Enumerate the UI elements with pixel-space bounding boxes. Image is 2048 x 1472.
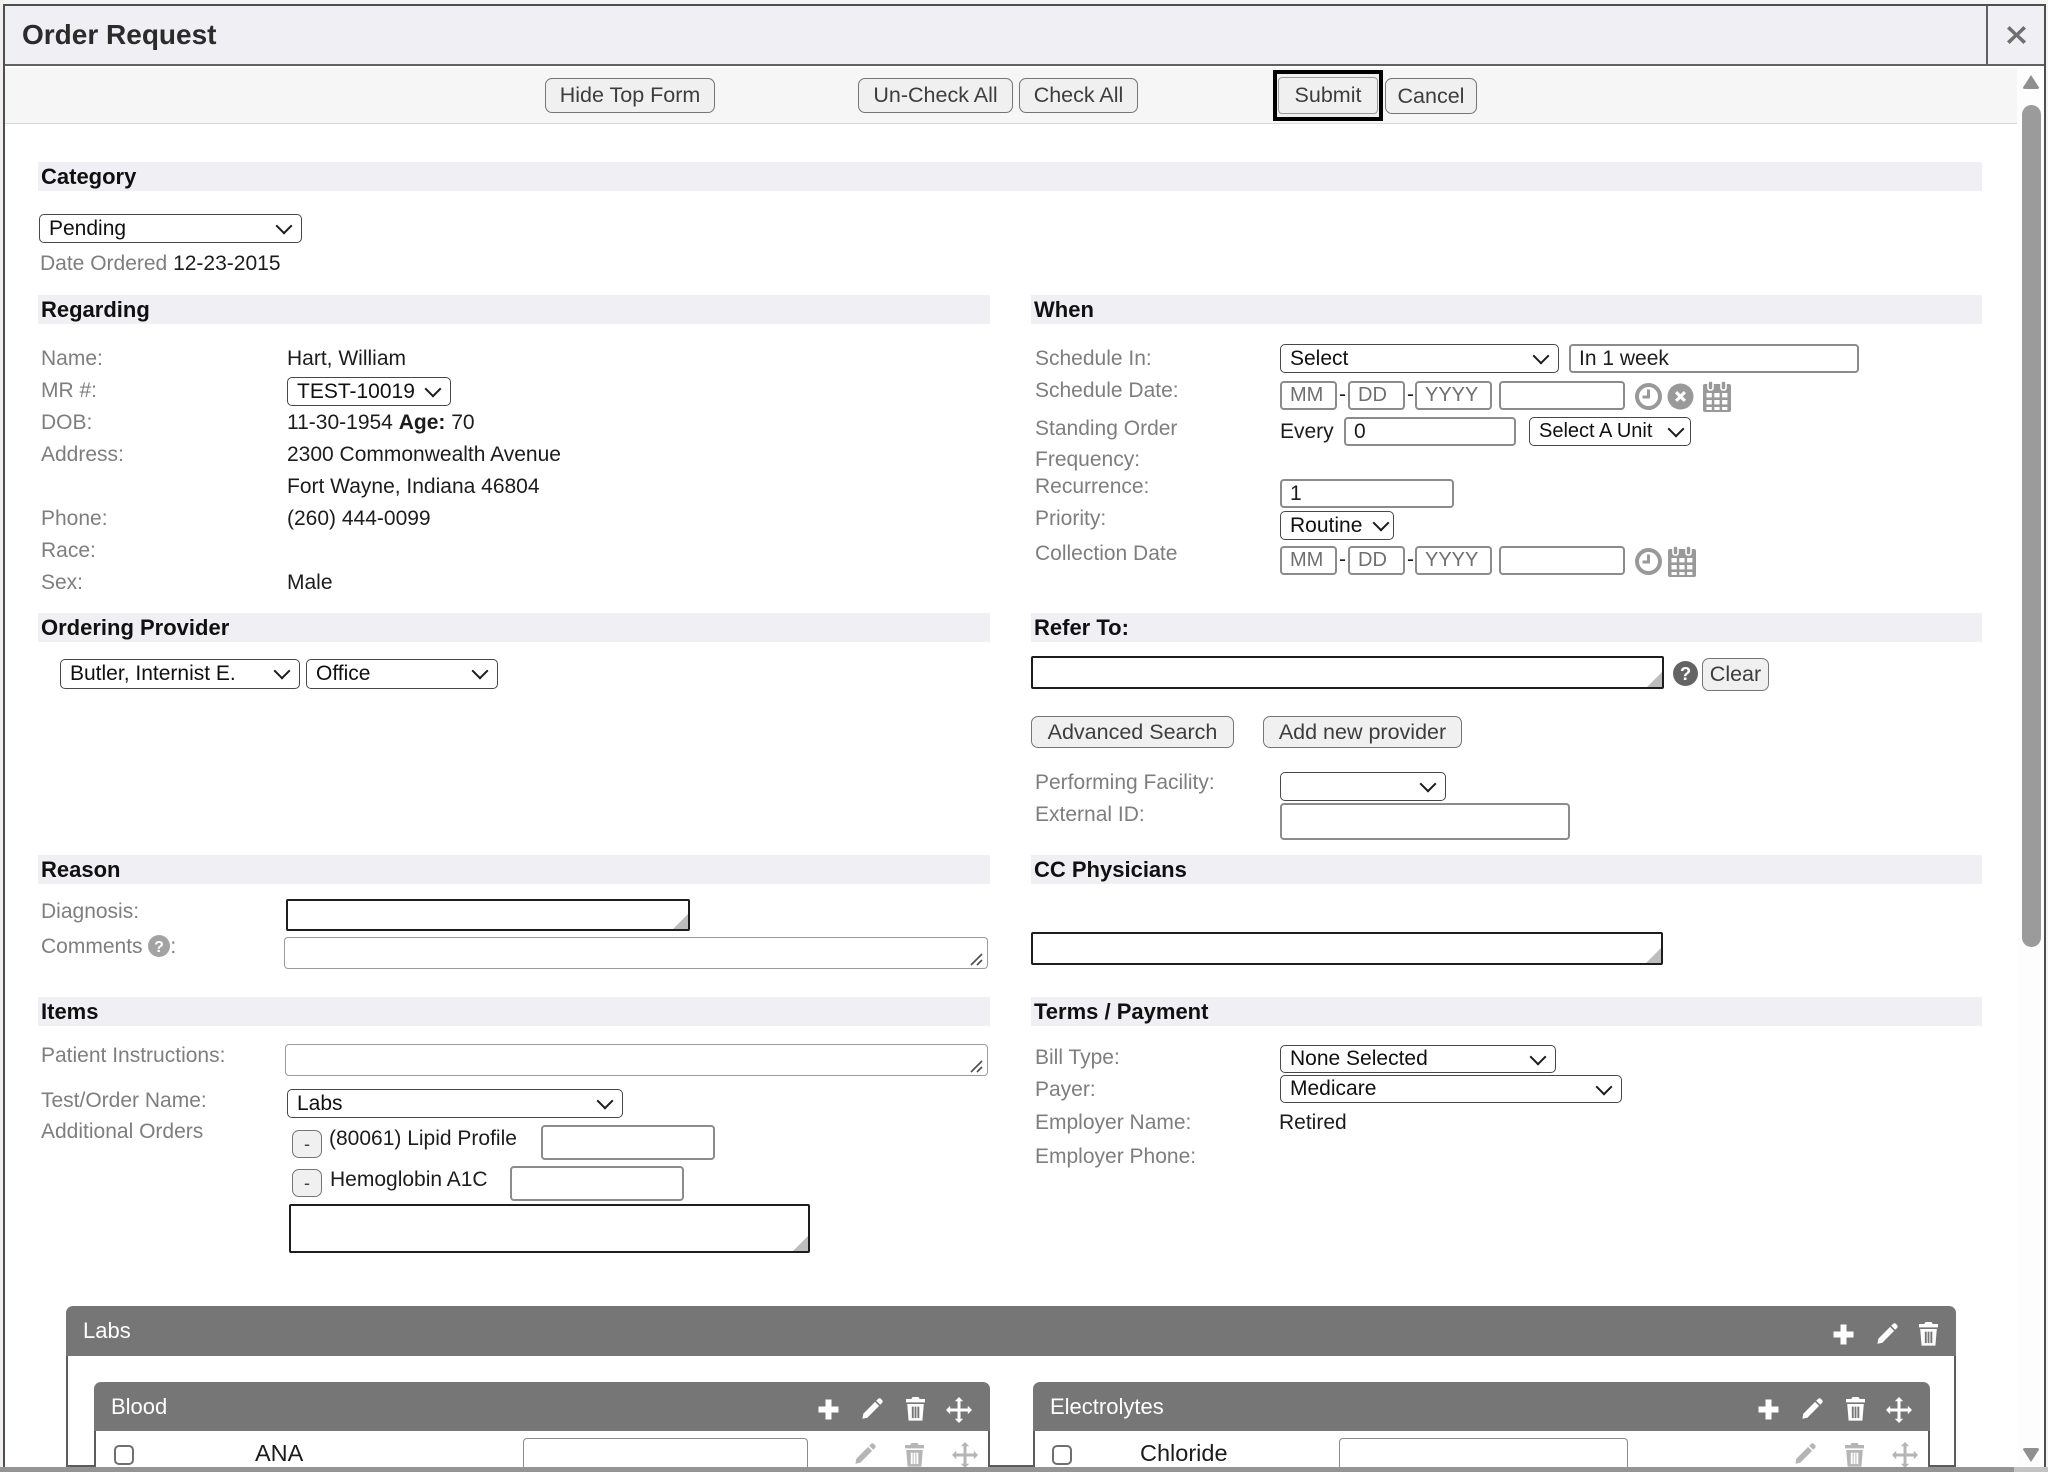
svg-text:?: ? — [154, 939, 164, 956]
svg-text:?: ? — [1680, 663, 1691, 684]
